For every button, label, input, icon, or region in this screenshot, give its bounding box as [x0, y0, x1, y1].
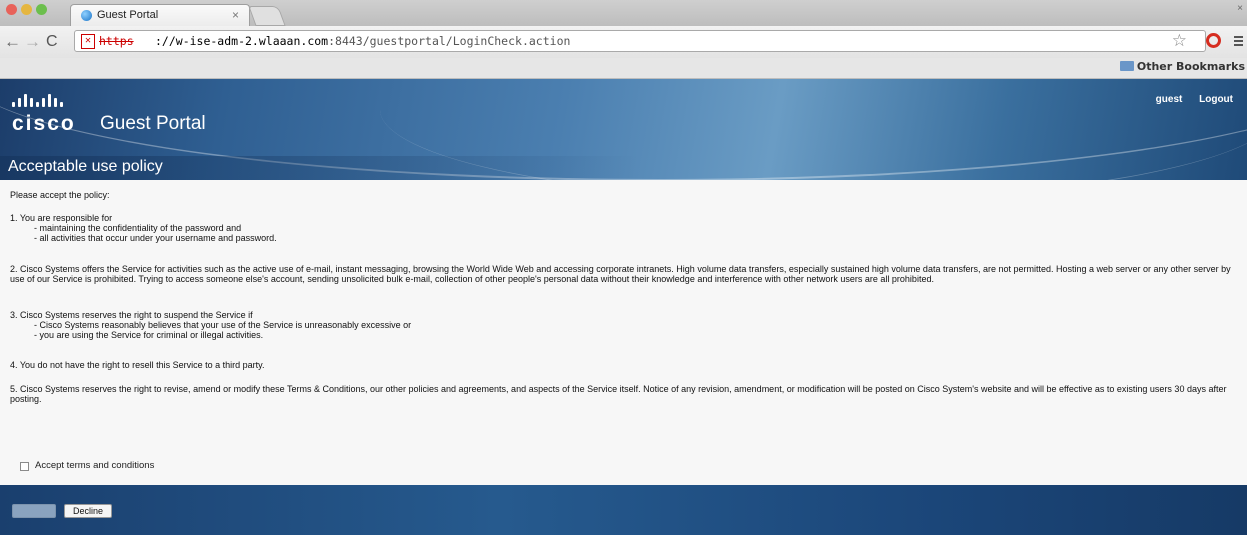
accept-terms-checkbox[interactable] — [20, 461, 29, 471]
logout-link[interactable]: Logout — [1199, 94, 1233, 105]
forward-arrow-icon[interactable]: → — [24, 32, 41, 52]
favicon-icon — [81, 10, 92, 21]
url-path: :8443/guestportal/LoginCheck.action — [328, 34, 571, 48]
policy-item-3: 3. Cisco Systems reserves the right to s… — [10, 310, 1235, 340]
policy-item-3-a: - Cisco Systems reasonably believes that… — [34, 320, 412, 330]
user-links: guest Logout — [1142, 94, 1233, 105]
other-bookmarks[interactable]: Other Bookmarks — [1119, 60, 1245, 73]
portal-title: Guest Portal — [100, 113, 206, 134]
bookmarks-bar: Other Bookmarks — [0, 58, 1247, 79]
policy-item-2: 2. Cisco Systems offers the Service for … — [10, 264, 1231, 284]
page-title: Acceptable use policy — [8, 158, 163, 175]
address-bar[interactable]: ✕ https ://w-ise-adm-2.wlaaan.com:8443/g… — [74, 30, 1206, 52]
folder-icon — [1119, 61, 1134, 71]
portal-header: cisco Guest Portal guest Logout Acceptab… — [0, 79, 1247, 180]
portal-footer: Accept Decline — [0, 485, 1247, 535]
policy-item-1-a: - maintaining the confidentiality of the… — [34, 223, 242, 233]
url-text: ://w-ise-adm-2.wlaaan.com:8443/guestport… — [155, 31, 570, 51]
back-arrow-icon[interactable]: ← — [4, 32, 21, 52]
close-window-icon[interactable] — [6, 4, 17, 15]
minimize-window-icon[interactable] — [21, 4, 32, 15]
cisco-logo-text: cisco — [12, 112, 76, 135]
policy-item-1-title: 1. You are responsible for — [10, 213, 113, 223]
policy-item-4: 4. You do not have the right to resell t… — [10, 360, 265, 370]
url-scheme: https — [99, 34, 134, 48]
window-close-icon[interactable]: × — [1237, 3, 1243, 14]
page-title-bar: Acceptable use policy — [0, 156, 640, 180]
policy-content: Please accept the policy: 1. You are res… — [0, 180, 1247, 485]
tab-close-icon[interactable]: × — [232, 8, 239, 22]
browser-toolbar: ← → C ✕ https ://w-ise-adm-2.wlaaan.com:… — [0, 26, 1247, 59]
accept-button[interactable]: Accept — [12, 504, 56, 518]
window-controls — [6, 4, 47, 15]
menu-icon[interactable] — [1234, 36, 1243, 48]
tab-title: Guest Portal — [97, 9, 159, 21]
other-bookmarks-label: Other Bookmarks — [1136, 60, 1245, 73]
browser-tab-bar: Guest Portal × × — [0, 0, 1247, 26]
policy-item-5: 5. Cisco Systems reserves the right to r… — [10, 384, 1227, 404]
broken-lock-icon[interactable]: ✕ — [81, 34, 95, 49]
policy-item-3-title: 3. Cisco Systems reserves the right to s… — [10, 310, 253, 320]
policy-item-1-b: - all activities that occur under your u… — [34, 233, 277, 243]
maximize-window-icon[interactable] — [36, 4, 47, 15]
browser-tab[interactable]: Guest Portal × — [70, 4, 250, 26]
star-icon[interactable]: ☆ — [1172, 31, 1187, 51]
policy-item-3-b: - you are using the Service for criminal… — [34, 330, 264, 340]
policy-intro: Please accept the policy: — [10, 190, 110, 200]
username-label: guest — [1155, 94, 1183, 105]
url-host: ://w-ise-adm-2.wlaaan.com — [155, 34, 329, 48]
new-tab-button[interactable] — [248, 6, 286, 26]
reload-icon[interactable]: C — [46, 32, 58, 52]
accept-terms-label[interactable]: Accept terms and conditions — [35, 461, 154, 471]
accept-terms-row[interactable]: Accept terms and conditions — [20, 461, 154, 471]
cisco-logo-icon — [12, 94, 63, 107]
policy-item-1: 1. You are responsible for - maintaining… — [10, 213, 1235, 243]
opera-icon[interactable] — [1206, 33, 1221, 48]
decline-button[interactable]: Decline — [64, 504, 112, 518]
